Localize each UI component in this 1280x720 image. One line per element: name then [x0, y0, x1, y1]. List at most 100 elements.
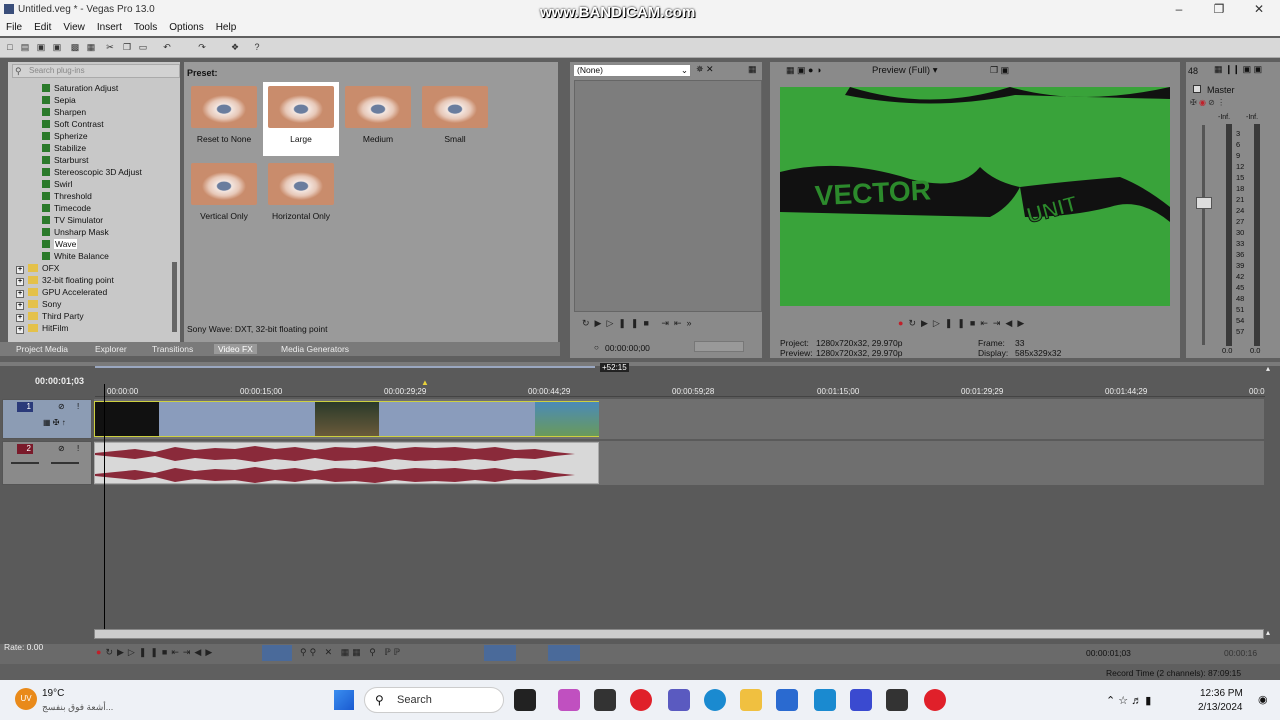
- preview-quality-select[interactable]: Preview (Full) ▾: [872, 65, 937, 76]
- save-icon[interactable]: ▣: [36, 42, 46, 52]
- preset-medium[interactable]: Medium: [340, 82, 416, 156]
- weather-text[interactable]: أشعة فوق بنفسج...: [42, 702, 113, 713]
- notifications-icon[interactable]: ◉: [1258, 693, 1268, 706]
- preset-reset[interactable]: Reset to None: [186, 82, 262, 156]
- solo-icon[interactable]: !: [77, 402, 79, 411]
- fx-item[interactable]: White Balance: [42, 250, 109, 262]
- menu-tools[interactable]: Tools: [128, 20, 163, 35]
- help-cursor-icon[interactable]: ?: [252, 42, 262, 52]
- menu-options[interactable]: Options: [163, 20, 209, 35]
- fx-item[interactable]: Unsharp Mask: [42, 226, 109, 238]
- fx-item[interactable]: Spherize: [42, 130, 88, 142]
- cut-icon[interactable]: ✂: [105, 42, 115, 52]
- playhead-cursor[interactable]: [104, 384, 105, 629]
- close-icon[interactable]: ✕: [1245, 2, 1273, 18]
- preview-transport[interactable]: ●↻▶▷❚❚■⇤⇥◀▶: [898, 318, 1029, 329]
- menu-file[interactable]: File: [0, 20, 28, 35]
- trimmer-display[interactable]: [574, 80, 762, 312]
- minimize-icon[interactable]: –: [1165, 2, 1193, 18]
- fx-folder[interactable]: + GPU Accelerated: [16, 286, 107, 298]
- menu-view[interactable]: View: [57, 20, 91, 35]
- vegas-app-icon[interactable]: [850, 689, 872, 711]
- task-view-icon[interactable]: [594, 689, 616, 711]
- weather-temp[interactable]: 19°C: [42, 688, 64, 699]
- trimmer-tools-icon[interactable]: ✵ ✕: [696, 64, 714, 75]
- tab-explorer[interactable]: Explorer: [95, 344, 127, 354]
- fx-item[interactable]: Threshold: [42, 190, 92, 202]
- fx-item[interactable]: Soft Contrast: [42, 118, 104, 130]
- transport-controls[interactable]: ●↻▶▷❚❚■⇤⇥◀▶: [96, 647, 216, 658]
- taskbar-search-box[interactable]: ⚲ Search: [364, 687, 504, 713]
- marker-icon[interactable]: ▲: [421, 378, 429, 387]
- ms-store-icon[interactable]: [776, 689, 798, 711]
- plugin-search-input[interactable]: Search plug-ins: [12, 64, 180, 78]
- master-fader-track[interactable]: [1202, 125, 1205, 345]
- timeline-scroll-up-icon[interactable]: ▴: [1266, 364, 1270, 373]
- preview-copy-icon[interactable]: ❐ ▣: [990, 65, 1009, 76]
- maximize-icon[interactable]: ❐: [1205, 2, 1233, 18]
- fx-folder[interactable]: + HitFilm: [16, 322, 68, 334]
- open-icon[interactable]: ▤: [20, 42, 30, 52]
- fx-item[interactable]: Stereoscopic 3D Adjust: [42, 166, 142, 178]
- fx-item[interactable]: Starburst: [42, 154, 89, 166]
- fx-folder[interactable]: + Sony: [16, 298, 61, 310]
- tab-video-fx[interactable]: Video FX: [214, 344, 257, 354]
- save-as-icon[interactable]: ▣: [52, 42, 62, 52]
- edit-tool-icons[interactable]: ⚲⚲ ✕ ▦▦ ⚲ ℙℙ: [300, 647, 403, 658]
- tab-transitions[interactable]: Transitions: [152, 344, 193, 354]
- edit-tool-select[interactable]: [262, 645, 292, 661]
- file-explorer-icon[interactable]: [740, 689, 762, 711]
- fx-folder[interactable]: + OFX: [16, 262, 59, 274]
- master-fx-icons[interactable]: ✠ ◉ ⊘ ⋮: [1190, 98, 1225, 107]
- preset-small[interactable]: Small: [417, 82, 493, 156]
- fx-item[interactable]: Stabilize: [42, 142, 86, 154]
- trimmer-length-field[interactable]: [694, 341, 744, 352]
- preview-toolbar-icons[interactable]: ▦ ▣ ● ◑: [786, 65, 821, 76]
- trimmer-media-select[interactable]: (None) ⌄: [573, 64, 691, 77]
- mute-icon[interactable]: ⊘: [58, 402, 65, 411]
- fx-item[interactable]: Timecode: [42, 202, 91, 214]
- audio-event[interactable]: [94, 442, 599, 484]
- video-track-header[interactable]: 1 ⊘ ! ▦ ✠ ↑: [2, 399, 92, 439]
- snapshot-icon[interactable]: ❖: [230, 42, 240, 52]
- pan-slider[interactable]: [51, 462, 79, 464]
- weather-icon[interactable]: UV: [15, 688, 37, 710]
- volume-slider[interactable]: [11, 462, 39, 464]
- render-icon[interactable]: ▩: [70, 42, 80, 52]
- fx-folder[interactable]: +32-bit floating point: [16, 274, 114, 286]
- film-app-icon[interactable]: [886, 689, 908, 711]
- preset-horizontal-only[interactable]: Horizontal Only: [263, 159, 339, 233]
- fx-item[interactable]: Swirl: [42, 178, 72, 190]
- audio-track-header[interactable]: 2 ⊘ !: [2, 441, 92, 485]
- undo-icon[interactable]: ↶: [162, 42, 172, 52]
- paste-icon[interactable]: ▭: [138, 42, 148, 52]
- bandicam-icon[interactable]: [924, 689, 946, 711]
- system-tray-icons[interactable]: ⌃ ☆ ♬ ▮: [1106, 694, 1151, 707]
- solo-icon[interactable]: !: [77, 444, 79, 453]
- menu-help[interactable]: Help: [210, 20, 243, 35]
- opera-icon[interactable]: [630, 689, 652, 711]
- master-toolbar-icons[interactable]: ▦ ❙❙ ▣ ▣: [1214, 64, 1262, 75]
- menu-insert[interactable]: Insert: [91, 20, 128, 35]
- copy-icon[interactable]: ❐: [122, 42, 132, 52]
- store-app-icon[interactable]: [558, 689, 580, 711]
- fx-item[interactable]: Saturation Adjust: [42, 82, 118, 94]
- teams-icon[interactable]: [668, 689, 690, 711]
- clock-time[interactable]: 12:36 PM: [1200, 688, 1243, 699]
- tree-scrollbar[interactable]: [172, 262, 177, 332]
- fx-item-selected[interactable]: Wave: [42, 238, 78, 250]
- mute-icon[interactable]: ⊘: [58, 444, 65, 453]
- master-fader-handle[interactable]: [1196, 197, 1212, 209]
- fx-item[interactable]: Sharpen: [42, 106, 86, 118]
- lock-envelopes-toggle[interactable]: [548, 645, 580, 661]
- start-icon[interactable]: [334, 690, 354, 710]
- trimmer-options-icon[interactable]: ▦: [748, 64, 757, 75]
- fx-item[interactable]: TV Simulator: [42, 214, 103, 226]
- menu-edit[interactable]: Edit: [28, 20, 57, 35]
- timeline-horizontal-scrollbar[interactable]: [94, 629, 1264, 639]
- master-checkbox[interactable]: [1193, 85, 1201, 93]
- loop-region-bar[interactable]: [95, 366, 595, 368]
- zoom-icon[interactable]: ▴: [1266, 628, 1270, 637]
- copilot-icon[interactable]: [514, 689, 536, 711]
- clock-date[interactable]: 2/13/2024: [1198, 702, 1243, 713]
